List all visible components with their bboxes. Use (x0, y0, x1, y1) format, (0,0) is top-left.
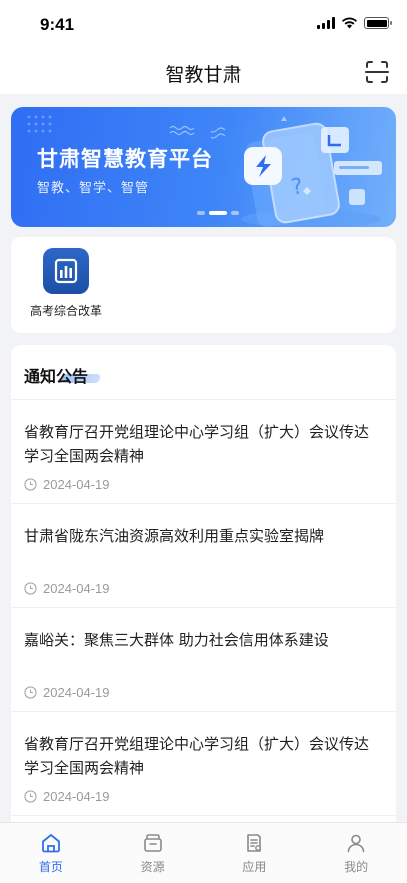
news-date-text: 2024-04-19 (43, 685, 110, 700)
scan-icon[interactable] (363, 58, 391, 86)
tab-label: 我的 (344, 860, 369, 874)
tab-label: 资源 (140, 860, 165, 874)
news-title[interactable]: 嘉峪关：聚焦三大群体 助力社会信用体系建设 (24, 628, 383, 652)
banner-subtitle: 智教、智学、智管 (37, 181, 150, 196)
news-date: 2024-04-19 (24, 581, 110, 596)
news-date-text: 2024-04-19 (43, 581, 110, 596)
tab-apps[interactable]: 应用 (204, 823, 306, 883)
notice-section: 通知公告 省教育厅召开党组理论中心学习组（扩大）会议传达学习全国两会精神 202… (11, 345, 396, 825)
banner-dot-grid (27, 115, 52, 133)
news-title[interactable]: 省教育厅召开党组理论中心学习组（扩大）会议传达学习全国两会精神 (24, 420, 383, 468)
news-list-item[interactable]: 嘉峪关：聚焦三大群体 助力社会信用体系建设 2024-04-19 (11, 608, 396, 712)
report-chart-icon (43, 248, 89, 294)
carousel-dot[interactable] (197, 211, 205, 215)
carousel-dot[interactable] (231, 211, 239, 215)
tab-home[interactable]: 首页 (0, 823, 102, 883)
nav-bar: 智教甘肃 (0, 50, 407, 94)
tab-profile[interactable]: 我的 (305, 823, 407, 883)
quick-entry-label: 高考综合改革 (29, 304, 102, 318)
wifi-icon (342, 17, 357, 29)
profile-icon (347, 834, 365, 853)
tab-resources[interactable]: 资源 (102, 823, 204, 883)
news-date: 2024-04-19 (24, 789, 110, 804)
notice-header: 通知公告 (11, 345, 396, 400)
section-title: 通知公告 (24, 367, 89, 386)
banner-title: 甘肃智慧教育平台 (37, 147, 213, 171)
banner-carousel[interactable]: ? 甘肃智慧教育平台 智教、智学、智管 (11, 107, 396, 227)
tab-bar: 首页 资源 应用 我的 (0, 822, 407, 883)
banner-illustration: ? (211, 116, 382, 227)
banner-wave-decoration (169, 125, 195, 136)
carousel-dot-active[interactable] (209, 211, 227, 215)
tab-label: 应用 (242, 860, 267, 874)
clock-icon (24, 686, 37, 699)
news-date-text: 2024-04-19 (43, 477, 110, 492)
clock-icon (24, 790, 37, 803)
quick-entry-card: 高考综合改革 (11, 237, 396, 333)
news-title[interactable]: 甘肃省陇东汽油资源高效利用重点实验室揭牌 (24, 524, 383, 548)
status-bar: 9:41 (0, 0, 407, 50)
news-title[interactable]: 省教育厅召开党组理论中心学习组（扩大）会议传达学习全国两会精神 (24, 732, 383, 780)
carousel-indicator (197, 211, 239, 215)
news-list-item[interactable]: 省教育厅召开党组理论中心学习组（扩大）会议传达学习全国两会精神 2024-04-… (11, 400, 396, 504)
app-doc-icon (247, 834, 262, 852)
clock-icon (24, 582, 37, 595)
status-time: 9:41 (40, 15, 75, 34)
quick-entry-gaokao-reform[interactable]: 高考综合改革 (25, 248, 107, 319)
news-list-item[interactable]: 甘肃省陇东汽油资源高效利用重点实验室揭牌 2024-04-19 (11, 504, 396, 608)
home-icon (41, 834, 60, 853)
tab-label: 首页 (38, 860, 63, 874)
clock-icon (24, 478, 37, 491)
news-list-item[interactable]: 省教育厅召开党组理论中心学习组（扩大）会议传达学习全国两会精神 2024-04-… (11, 712, 396, 816)
signal-icon (317, 17, 335, 29)
battery-icon (364, 17, 392, 29)
news-date-text: 2024-04-19 (43, 789, 110, 804)
page-title: 智教甘肃 (165, 64, 242, 86)
status-icons (317, 17, 392, 29)
news-date: 2024-04-19 (24, 685, 110, 700)
resource-box-icon (143, 834, 162, 852)
news-date: 2024-04-19 (24, 477, 110, 492)
